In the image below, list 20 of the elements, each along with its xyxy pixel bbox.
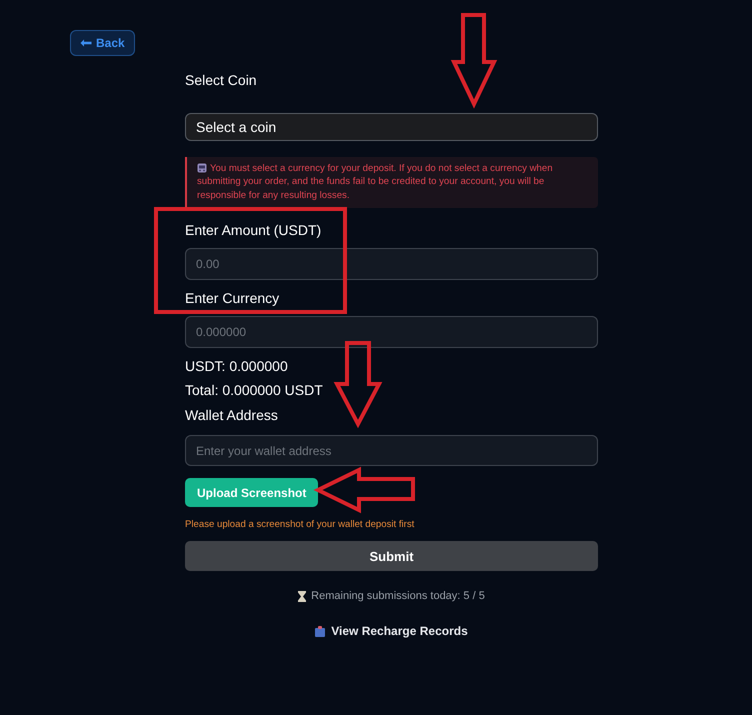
warning-message: You must select a currency for your deposit. If you do not select a currency when submitting your order, and the funds fail to be credited to your account, you will be responsible for any resulting losses. xyxy=(185,157,598,208)
field-label: Wallet Address xyxy=(185,407,279,424)
hourglass-icon xyxy=(298,590,306,602)
currency-field[interactable]: 0.000000 xyxy=(185,316,598,348)
field-label: Select Coin xyxy=(185,72,258,88)
upload-hint: Please upload a screenshot of your wallet deposit first xyxy=(185,519,414,530)
amount-field[interactable]: 0.00 xyxy=(185,248,598,280)
field-label: Enter Amount (USDT) xyxy=(185,222,322,238)
total-amount: Total: 0.000000 USDT xyxy=(185,382,324,398)
field-label: Enter Currency xyxy=(185,290,280,306)
remaining-submissions: Remaining submissions today: 5 / 5 xyxy=(311,590,485,602)
submit-button[interactable]: Submit xyxy=(185,541,598,572)
alert-icon xyxy=(197,163,207,173)
wallet-address-field[interactable]: Enter your wallet address xyxy=(185,435,598,466)
back-arrow-icon xyxy=(80,39,92,47)
coin-select[interactable]: Select a coin xyxy=(185,113,598,141)
usdt-amount: USDT: 0.000000 xyxy=(185,358,289,374)
back-button[interactable]: Back xyxy=(70,30,135,56)
clipboard-icon xyxy=(315,626,326,637)
records-link[interactable]: View Recharge Records xyxy=(331,624,468,638)
